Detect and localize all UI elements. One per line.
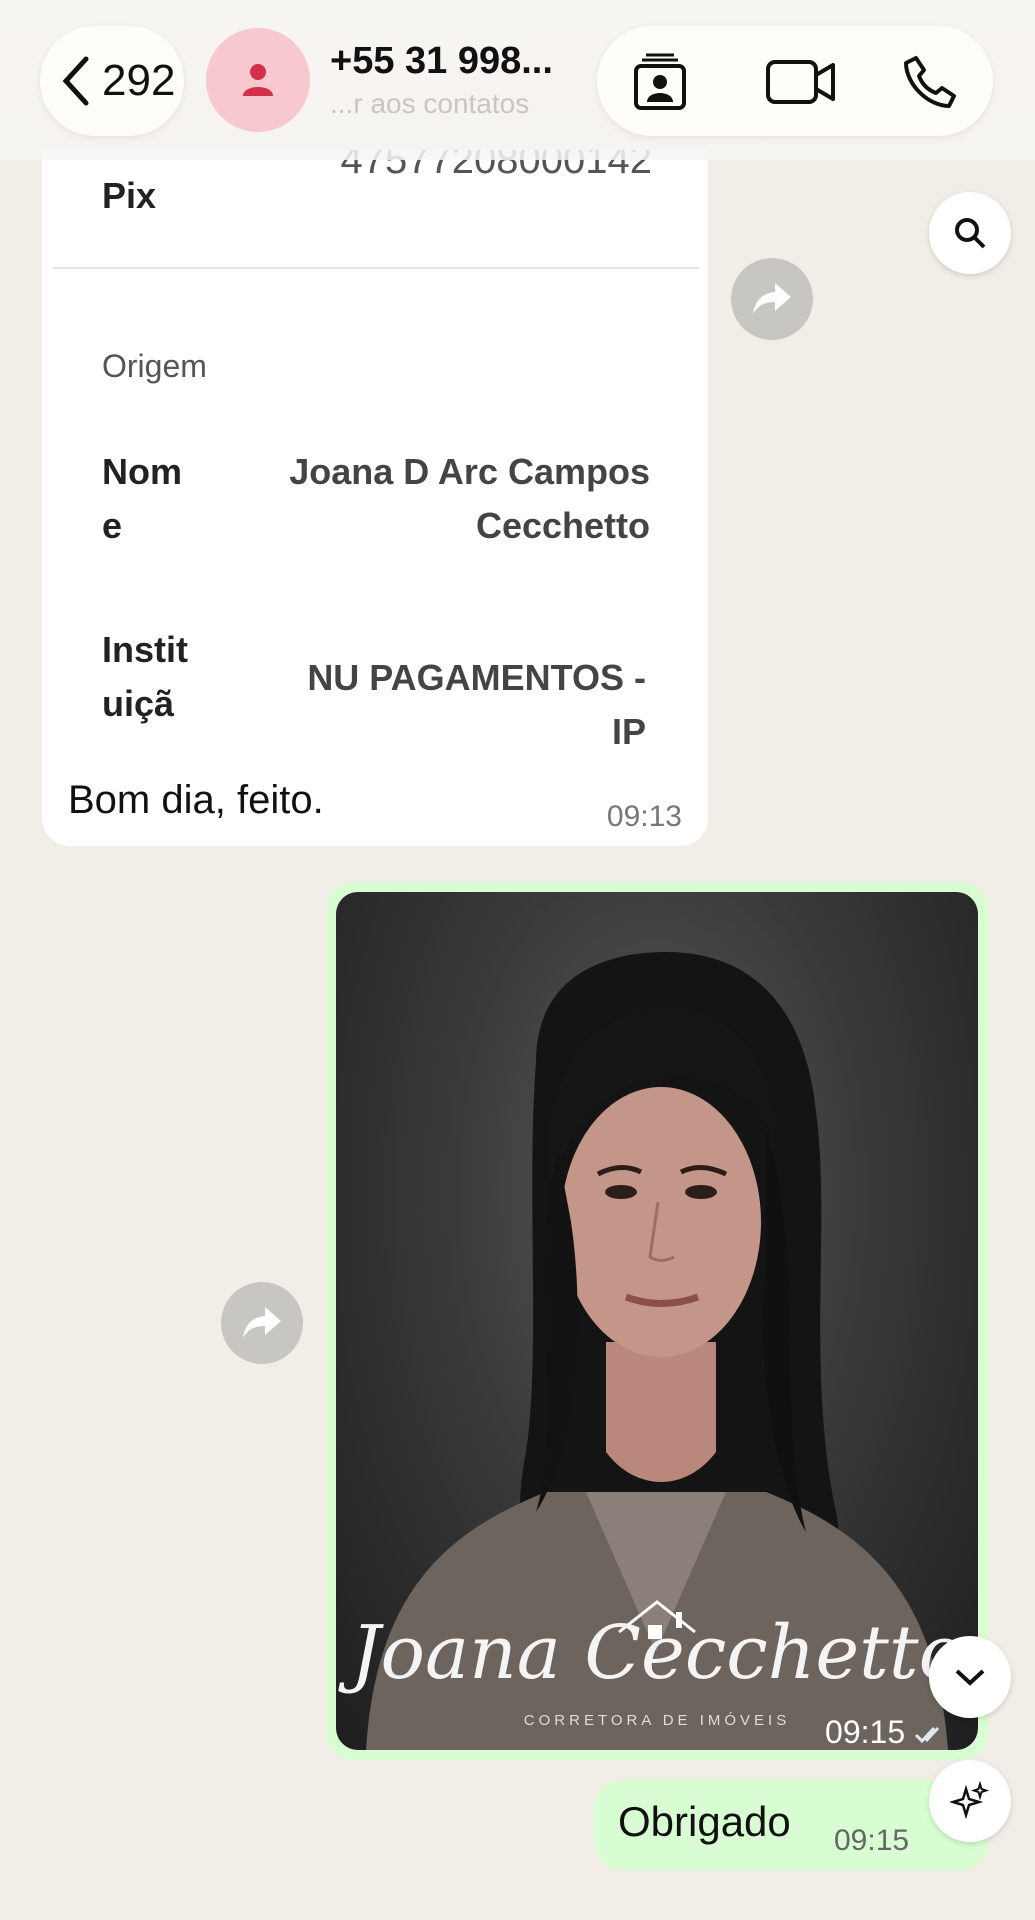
phone-call-button[interactable] [898, 52, 962, 112]
unread-count: 292 [102, 56, 176, 105]
contact-card-icon [634, 53, 686, 110]
portrait-photo[interactable]: Joana Cecchetto CORRETORA DE IMÓVEIS 09:… [336, 892, 978, 1750]
forward-icon [243, 1307, 281, 1338]
receipt-inst-value-2: IP [611, 711, 646, 752]
back-button[interactable]: 292 [40, 26, 184, 136]
incoming-timestamp: 09:13 [606, 800, 682, 833]
ai-assist-button[interactable] [929, 1760, 1011, 1842]
contact-card-button[interactable] [628, 52, 692, 112]
avatar[interactable] [206, 28, 310, 132]
image-timestamp: 09:15 [825, 1714, 948, 1750]
forward-icon [753, 283, 791, 314]
forward-button-receipt[interactable] [731, 258, 813, 340]
phone-icon [904, 56, 956, 108]
receipt-section-title: Origem [102, 348, 207, 384]
receipt-name-label-1: Nom [102, 451, 182, 492]
chat-header: 292 +55 31 998... ...r aos contatos [0, 0, 1035, 160]
search-icon [955, 218, 986, 249]
outgoing-text: Obrigado [618, 1798, 791, 1845]
chevron-left-icon [62, 56, 89, 106]
contact-name[interactable]: +55 31 998... [330, 40, 553, 83]
receipt-inst-label-2: uiçã [102, 683, 175, 724]
receipt-image[interactable]: Pix 47577208000142 Origem Nom e Joana D … [42, 150, 708, 760]
incoming-message[interactable]: Pix 47577208000142 Origem Nom e Joana D … [42, 150, 708, 846]
forward-button-image[interactable] [221, 1282, 303, 1364]
video-call-icon [766, 60, 835, 104]
video-call-button[interactable] [763, 52, 839, 112]
incoming-caption: Bom dia, feito. [68, 778, 324, 822]
receipt-inst-value-1: NU PAGAMENTOS - [307, 657, 646, 698]
person-icon [243, 64, 273, 96]
receipt-name-value-1: Joana D Arc Campos [289, 451, 650, 492]
outgoing-timestamp: 09:15 [834, 1824, 910, 1857]
receipt-divider [52, 267, 700, 269]
double-check-icon [914, 1726, 940, 1743]
receipt-name-value-2: Cecchetto [475, 505, 650, 546]
outgoing-image-message[interactable]: Joana Cecchetto CORRETORA DE IMÓVEIS 09:… [326, 882, 988, 1760]
receipt-pix-label: Pix [102, 175, 157, 216]
chevron-down-icon [955, 1669, 985, 1686]
contact-subtitle: ...r aos contatos [330, 88, 530, 119]
call-actions [597, 26, 993, 136]
sparkle-icon [950, 1781, 990, 1820]
scroll-down-button[interactable] [929, 1636, 1011, 1718]
receipt-inst-label-1: Instit [102, 629, 188, 670]
signature-name: Joana Cecchetto [350, 1610, 964, 1696]
receipt-name-label-2: e [102, 505, 123, 546]
search-button[interactable] [929, 192, 1011, 274]
